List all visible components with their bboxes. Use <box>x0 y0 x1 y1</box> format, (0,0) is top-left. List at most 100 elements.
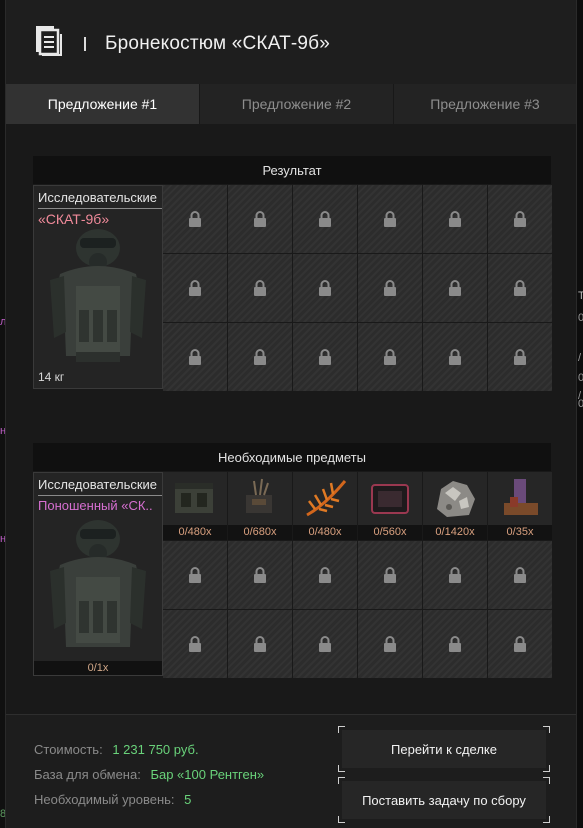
frame-corner <box>543 726 550 733</box>
lock-icon <box>189 349 201 365</box>
locked-slot <box>228 323 292 391</box>
lock-icon <box>449 211 461 227</box>
locked-slot <box>293 323 357 391</box>
category-divider <box>38 495 162 496</box>
tab-offer-2[interactable]: Предложение #2 <box>200 84 394 124</box>
locked-slot <box>163 323 227 391</box>
locked-slot <box>163 254 227 322</box>
ammo-box-icon <box>175 483 213 513</box>
red-tablet-icon <box>371 484 409 514</box>
locked-slot <box>423 610 487 678</box>
armor-suit-icon <box>50 229 146 362</box>
cost-value: 1 231 750 руб. <box>112 742 199 757</box>
frame-corner <box>543 777 550 784</box>
exchange-base-label: База для обмена: <box>34 767 141 782</box>
trade-footer: Стоимость: 1 231 750 руб. База для обмен… <box>6 714 576 828</box>
component-count: 0/480x <box>293 525 357 540</box>
lock-icon <box>319 567 331 583</box>
locked-slot <box>293 185 357 253</box>
lock-icon <box>319 636 331 652</box>
component-slot[interactable]: 0/480x <box>163 472 227 540</box>
item-weight: 14 кг <box>38 370 65 384</box>
edge-mark: 0 <box>578 398 583 410</box>
frame-corner <box>338 726 345 733</box>
required-slot-grid: 0/480x 0/680x 0/480x 0/560x 0/1420x 0/35… <box>163 472 552 678</box>
lock-icon <box>449 349 461 365</box>
locked-slot <box>423 323 487 391</box>
set-collection-task-label: Поставить задачу по сбору <box>362 792 526 808</box>
item-category: Исследовательские <box>38 190 158 205</box>
component-slot[interactable]: 0/560x <box>358 472 422 540</box>
go-to-deal-button[interactable]: Перейти к сделке <box>338 726 550 772</box>
lock-icon <box>189 567 201 583</box>
lock-icon <box>449 567 461 583</box>
component-slot[interactable]: 0/480x <box>293 472 357 540</box>
lock-icon <box>254 211 266 227</box>
frame-corner <box>338 777 345 784</box>
edge-mark: 0 <box>578 312 583 324</box>
frame-corner <box>543 816 550 823</box>
mineral-chunk-icon <box>437 481 475 517</box>
cost-row: Стоимость: 1 231 750 руб. <box>34 742 199 757</box>
locked-slot <box>228 610 292 678</box>
lock-icon <box>514 349 526 365</box>
locked-slot <box>228 185 292 253</box>
locked-slot <box>488 185 552 253</box>
locked-slot <box>228 254 292 322</box>
lock-icon <box>384 211 396 227</box>
locked-slot <box>358 185 422 253</box>
component-count: 0/480x <box>163 525 227 540</box>
lock-icon <box>449 636 461 652</box>
component-slot[interactable]: 0/680x <box>228 472 292 540</box>
set-collection-task-button[interactable]: Поставить задачу по сбору <box>338 777 550 823</box>
component-count: 0/560x <box>358 525 422 540</box>
lock-icon <box>384 636 396 652</box>
frame-corner <box>338 765 345 772</box>
locked-slot <box>358 610 422 678</box>
locked-slot <box>488 610 552 678</box>
component-count: 0/1420x <box>423 525 487 540</box>
lock-icon <box>384 567 396 583</box>
locked-slot <box>228 541 292 609</box>
lock-icon <box>319 280 331 296</box>
locked-slot <box>293 541 357 609</box>
document-icon <box>36 26 62 56</box>
title-separator <box>84 37 86 51</box>
component-slot[interactable]: 0/1420x <box>423 472 487 540</box>
result-item-card[interactable]: Исследовательские «СКАТ-9б» 14 кг <box>33 185 163 389</box>
required-item-card[interactable]: Исследовательские Поношенный «СК.. 0/1x <box>33 472 163 676</box>
frame-corner <box>543 765 550 772</box>
item-category: Исследовательские <box>38 477 158 492</box>
component-count: 0/35x <box>488 525 552 540</box>
tab-offer-3[interactable]: Предложение #3 <box>394 84 576 124</box>
lock-icon <box>514 211 526 227</box>
fern-plant-icon <box>306 480 347 517</box>
lock-icon <box>319 349 331 365</box>
locked-slot <box>358 323 422 391</box>
result-section-header: Результат <box>33 156 551 184</box>
cost-label: Стоимость: <box>34 742 103 757</box>
window-title: Бронекостюм «СКАТ-9б» <box>105 33 331 54</box>
edge-mark: 0 <box>578 372 583 384</box>
required-section-header: Необходимые предметы <box>33 443 551 471</box>
lock-icon <box>254 349 266 365</box>
component-count: 0/680x <box>228 525 292 540</box>
crafting-window: Бронекостюм «СКАТ-9б» Предложение #1 Пре… <box>5 0 577 828</box>
locked-slot <box>423 185 487 253</box>
lock-icon <box>384 349 396 365</box>
locked-slot <box>163 541 227 609</box>
component-slot[interactable]: 0/35x <box>488 472 552 540</box>
category-divider <box>38 208 162 209</box>
exchange-base-row: База для обмена: Бар «100 Рентген» <box>34 767 264 782</box>
locked-slot <box>358 254 422 322</box>
edge-mark: Т <box>578 290 583 302</box>
result-slot-grid <box>163 185 552 391</box>
locked-slot <box>488 323 552 391</box>
locked-slot <box>423 541 487 609</box>
tab-offer-1[interactable]: Предложение #1 <box>6 84 200 124</box>
required-level-row: Необходимый уровень: 5 <box>34 792 191 807</box>
exchange-base-value: Бар «100 Рентген» <box>150 767 265 782</box>
lock-icon <box>189 211 201 227</box>
lock-icon <box>384 280 396 296</box>
lock-icon <box>514 567 526 583</box>
